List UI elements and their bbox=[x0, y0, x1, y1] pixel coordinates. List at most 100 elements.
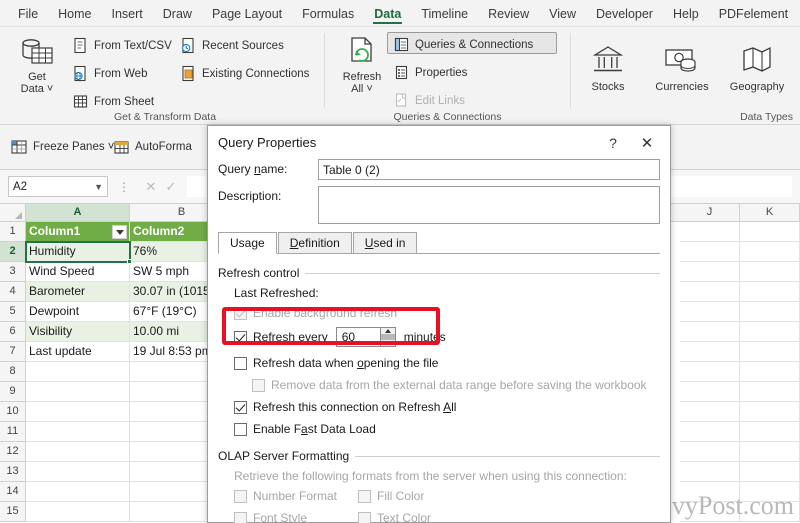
cell-k11[interactable] bbox=[740, 422, 800, 442]
row-header-7[interactable]: 7 bbox=[0, 342, 26, 362]
refresh-on-refresh-all-row[interactable]: Refresh this connection on Refresh All bbox=[218, 397, 660, 417]
ribbon-tab-help[interactable]: Help bbox=[663, 3, 709, 24]
cell-j5[interactable] bbox=[680, 302, 740, 322]
queries-and-connections-button[interactable]: Queries & Connections bbox=[393, 36, 533, 53]
cell-j12[interactable] bbox=[680, 442, 740, 462]
enable-background-refresh-row[interactable]: Enable background refresh bbox=[218, 303, 660, 323]
cell-j1[interactable] bbox=[680, 222, 740, 242]
cell-k7[interactable] bbox=[740, 342, 800, 362]
chevron-down-icon[interactable]: ▼ bbox=[94, 182, 103, 192]
cell-k8[interactable] bbox=[740, 362, 800, 382]
cell-k4[interactable] bbox=[740, 282, 800, 302]
cell-k12[interactable] bbox=[740, 442, 800, 462]
properties-button[interactable]: Properties bbox=[393, 64, 467, 81]
tab-usage[interactable]: Usage bbox=[218, 232, 277, 254]
ribbon-tab-page-layout[interactable]: Page Layout bbox=[202, 3, 292, 24]
cell-a5[interactable]: Dewpoint bbox=[26, 302, 130, 322]
formula-bar-more-icon[interactable]: ⋮ bbox=[118, 180, 131, 194]
cancel-icon[interactable]: ✕ bbox=[141, 179, 161, 195]
cell-a3[interactable]: Wind Speed bbox=[26, 262, 130, 282]
select-all-corner[interactable] bbox=[0, 204, 26, 222]
cell-j2[interactable] bbox=[680, 242, 740, 262]
ribbon-tab-developer[interactable]: Developer bbox=[586, 3, 663, 24]
cell-a14[interactable] bbox=[26, 482, 130, 502]
cell-j3[interactable] bbox=[680, 262, 740, 282]
ribbon-tab-file[interactable]: File bbox=[8, 3, 48, 24]
geography-button[interactable]: Geography bbox=[726, 41, 788, 93]
enable-background-refresh-checkbox[interactable] bbox=[234, 306, 247, 320]
refresh-on-open-checkbox[interactable] bbox=[234, 356, 247, 370]
cell-j10[interactable] bbox=[680, 402, 740, 422]
row-header-2[interactable]: 2 bbox=[0, 242, 26, 262]
row-header-5[interactable]: 5 bbox=[0, 302, 26, 322]
row-header-11[interactable]: 11 bbox=[0, 422, 26, 442]
autoformat-button[interactable]: AutoForma bbox=[112, 138, 192, 156]
ribbon-tab-formulas[interactable]: Formulas bbox=[292, 3, 364, 24]
row-header-6[interactable]: 6 bbox=[0, 322, 26, 342]
refresh-interval-spin-buttons[interactable] bbox=[379, 327, 396, 347]
freeze-panes-button[interactable]: Freeze Panes ˅ bbox=[10, 138, 115, 156]
close-icon[interactable]: ✕ bbox=[634, 132, 660, 154]
from-sheet-button[interactable]: From Sheet bbox=[72, 93, 154, 110]
from-web-button[interactable]: From Web bbox=[72, 65, 147, 82]
row-header-12[interactable]: 12 bbox=[0, 442, 26, 462]
cell-a9[interactable] bbox=[26, 382, 130, 402]
cell-a4[interactable]: Barometer bbox=[26, 282, 130, 302]
confirm-icon[interactable]: ✓ bbox=[161, 179, 181, 195]
cell-j4[interactable] bbox=[680, 282, 740, 302]
refresh-on-open-row[interactable]: Refresh data when opening the file bbox=[218, 353, 660, 373]
cell-j7[interactable] bbox=[680, 342, 740, 362]
cell-j6[interactable] bbox=[680, 322, 740, 342]
cell-a15[interactable] bbox=[26, 502, 130, 522]
cell-k2[interactable] bbox=[740, 242, 800, 262]
cell-a2[interactable]: Humidity bbox=[26, 242, 130, 262]
ribbon-tab-data[interactable]: Data bbox=[364, 3, 411, 24]
cell-k6[interactable] bbox=[740, 322, 800, 342]
cell-a10[interactable] bbox=[26, 402, 130, 422]
tab-used-in[interactable]: Used in bbox=[352, 232, 418, 254]
currencies-button[interactable]: Currencies bbox=[651, 41, 713, 93]
ribbon-tab-pdfelement[interactable]: PDFelement bbox=[709, 3, 798, 24]
refresh-interval-stepper[interactable]: 60 bbox=[335, 327, 396, 347]
refresh-every-row[interactable]: Refresh every 60 minutes bbox=[218, 327, 660, 347]
row-header-14[interactable]: 14 bbox=[0, 482, 26, 502]
existing-connections-button[interactable]: Existing Connections bbox=[180, 65, 309, 82]
stocks-button[interactable]: Stocks bbox=[577, 41, 639, 93]
filter-dropdown-icon[interactable] bbox=[112, 225, 127, 239]
row-header-1[interactable]: 1 bbox=[0, 222, 26, 242]
cell-j11[interactable] bbox=[680, 422, 740, 442]
cell-a6[interactable]: Visibility bbox=[26, 322, 130, 342]
ribbon-tab-draw[interactable]: Draw bbox=[153, 3, 202, 24]
description-input[interactable] bbox=[318, 186, 660, 224]
row-header-10[interactable]: 10 bbox=[0, 402, 26, 422]
fast-data-load-row[interactable]: Enable Fast Data Load bbox=[218, 419, 660, 439]
column-header-k[interactable]: K bbox=[740, 204, 800, 222]
cell-k13[interactable] bbox=[740, 462, 800, 482]
cell-a13[interactable] bbox=[26, 462, 130, 482]
ribbon-tab-view[interactable]: View bbox=[539, 3, 586, 24]
from-text-csv-button[interactable]: From Text/CSV bbox=[72, 37, 172, 54]
fast-data-load-checkbox[interactable] bbox=[234, 422, 247, 436]
ribbon-tab-timeline[interactable]: Timeline bbox=[411, 3, 478, 24]
cell-a8[interactable] bbox=[26, 362, 130, 382]
cell-k3[interactable] bbox=[740, 262, 800, 282]
cell-a7[interactable]: Last update bbox=[26, 342, 130, 362]
get-data-button[interactable]: Get Data ˅ bbox=[8, 35, 66, 95]
row-header-13[interactable]: 13 bbox=[0, 462, 26, 482]
ribbon-tab-review[interactable]: Review bbox=[478, 3, 539, 24]
cell-j8[interactable] bbox=[680, 362, 740, 382]
row-header-4[interactable]: 4 bbox=[0, 282, 26, 302]
ribbon-tab-home[interactable]: Home bbox=[48, 3, 101, 24]
cell-k5[interactable] bbox=[740, 302, 800, 322]
ribbon-tab-insert[interactable]: Insert bbox=[102, 3, 153, 24]
cell-k10[interactable] bbox=[740, 402, 800, 422]
cell-a12[interactable] bbox=[26, 442, 130, 462]
refresh-every-checkbox[interactable] bbox=[234, 330, 247, 344]
cell-k1[interactable] bbox=[740, 222, 800, 242]
recent-sources-button[interactable]: Recent Sources bbox=[180, 37, 284, 54]
cell-a11[interactable] bbox=[26, 422, 130, 442]
column-header-j[interactable]: J bbox=[680, 204, 740, 222]
row-header-15[interactable]: 15 bbox=[0, 502, 26, 522]
cell-j13[interactable] bbox=[680, 462, 740, 482]
column-header-a[interactable]: A bbox=[26, 204, 130, 222]
